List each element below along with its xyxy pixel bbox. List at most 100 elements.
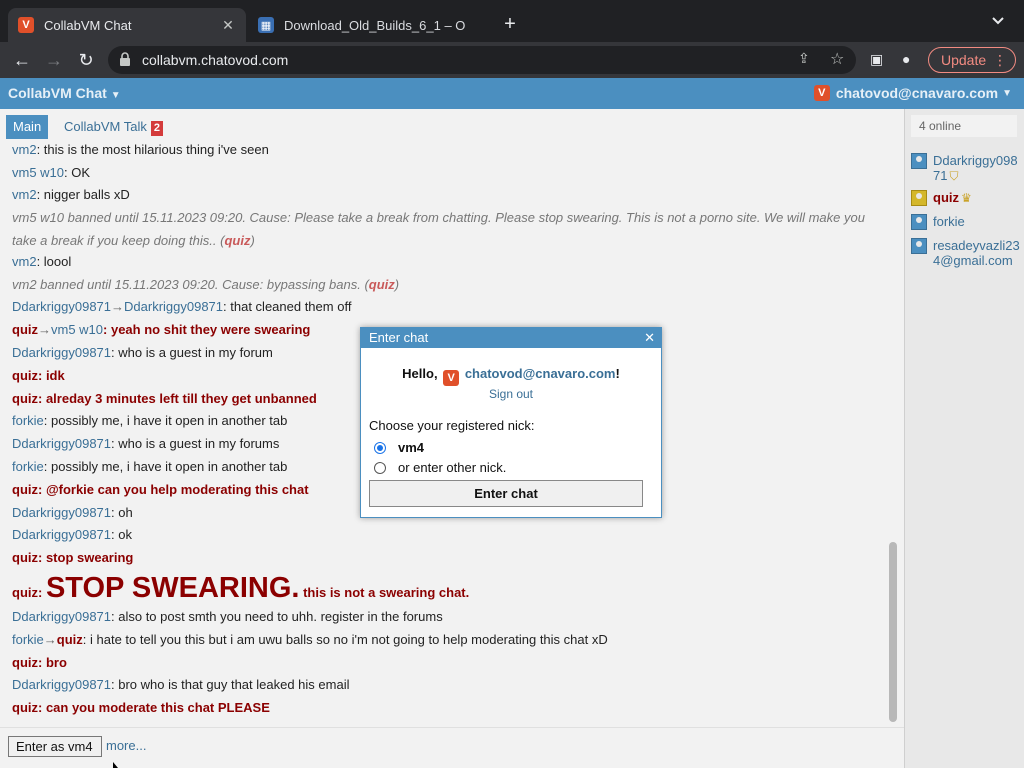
nick-link[interactable]: forkie [12,459,44,474]
nick-link[interactable]: quiz [12,322,38,337]
nick-link[interactable]: Ddarkriggy09871 [124,299,223,314]
tab-collabvm-talk[interactable]: CollabVM Talk 2 [64,115,163,139]
chevron-down-icon[interactable] [992,14,1004,28]
option-label: vm4 [398,440,425,455]
user-name: resadeyvazli234@gmail.com [933,238,1020,268]
nick-link[interactable]: vm2 [12,143,37,157]
document-icon: ▦ [258,17,274,33]
nick-link[interactable]: quiz [12,368,38,383]
reload-icon[interactable]: ↻ [74,48,98,72]
message-text: this is not a swearing chat. [299,585,470,600]
choose-label: Choose your registered nick: [369,418,535,433]
profile-icon[interactable]: ● [902,51,910,67]
enter-chat-dialog: Enter chat ✕ Hello, V chatovod@cnavaro.c… [360,327,662,518]
user-list-item[interactable]: resadeyvazli234@gmail.com [911,238,1021,268]
message-text: vm2 banned until 15.11.2023 09:20. Cause… [12,277,369,292]
user-icon [911,153,927,169]
app-title-menu[interactable]: CollabVM Chat ▼ [8,85,121,101]
message-text: : oh [111,505,133,520]
v-logo-icon: V [813,85,830,101]
nick-link[interactable]: Ddarkriggy09871 [12,436,111,451]
user-name-text: Ddarkriggy09871 [933,153,1018,183]
nick-link[interactable]: Ddarkriggy09871 [12,527,111,542]
scrollbar-thumb[interactable] [889,542,897,722]
nick-link[interactable]: Ddarkriggy09871 [12,609,111,624]
arrow-icon: → [111,299,125,314]
user-list-item[interactable]: forkie [911,214,1021,230]
caret-down-icon: ▼ [1002,87,1012,99]
nick-link[interactable]: Ddarkriggy09871 [12,677,111,692]
message-item: vm2: this is the most hilarious thing i'… [12,143,872,162]
side-panel-icon[interactable]: ▣ [870,51,883,68]
user-email-link[interactable]: chatovod@cnavaro.com [465,366,616,381]
message-item: Ddarkriggy09871: also to post smth you n… [12,606,872,629]
message-big-text: STOP SWEARING. [45,572,300,604]
user-icon [911,238,927,254]
nick-link[interactable]: quiz [12,482,38,497]
greeting-text: Hello, [402,366,438,381]
tab-title: Download_Old_Builds_6_1 – O [284,17,466,33]
more-link[interactable]: more... [106,738,146,753]
tab-label: CollabVM Talk [64,119,147,134]
user-icon [911,214,927,230]
option-label: or enter other nick. [398,460,507,475]
nick-link[interactable]: quiz [12,700,38,715]
nick-option-other[interactable]: or enter other nick. [374,460,506,475]
nick-link[interactable]: quiz [12,655,38,670]
nick-link[interactable]: quiz [369,277,395,292]
nick-link[interactable]: vm2 [12,254,37,269]
message-item: forkie→quiz: i hate to tell you this but… [12,629,872,652]
nick-link[interactable]: quiz [12,550,38,565]
crown-badge-icon: ♛ [961,191,972,205]
nick-link[interactable]: quiz [224,233,250,248]
message-text: ) [250,232,255,248]
user-name-text: quiz [933,190,959,205]
user-list-sidebar: 4 online Ddarkriggy09871 ⛉ quiz ♛ forkie r… [904,109,1024,768]
nick-link[interactable]: quiz [12,585,38,600]
chat-tabs: Main CollabVM Talk 2 [0,109,904,143]
nick-link[interactable]: forkie [12,632,44,647]
nick-link[interactable]: Ddarkriggy09871 [12,505,111,520]
nick-link[interactable]: quiz [57,632,83,647]
message-text: : i hate to tell you this but i am uwu b… [82,632,608,647]
nick-link[interactable]: forkie [12,413,44,428]
browser-tab-download[interactable]: ▦ Download_Old_Builds_6_1 – O [248,8,484,42]
nick-link[interactable]: vm5 w10 [12,165,64,180]
sign-out-link[interactable]: Sign out [361,387,661,401]
tab-main[interactable]: Main [6,115,49,139]
more-vert-icon[interactable]: ⋮ [993,48,1007,72]
nick-link[interactable]: vm5 w10 [51,322,103,337]
message-text: : yeah no shit they were swearing [103,322,311,337]
message-item: Ddarkriggy09871→Ddarkriggy09871: that cl… [12,296,872,319]
enter-chat-button[interactable]: Enter chat [369,480,643,507]
enter-as-button[interactable]: Enter as vm4 [8,736,102,757]
system-message: vm5 w10 banned until 15.11.2023 09:20. C… [12,207,872,252]
user-menu[interactable]: V chatovod@cnavaro.com ▼ [813,85,1012,101]
app-header: CollabVM Chat ▼ V chatovod@cnavaro.com ▼ [0,78,1024,109]
user-list-item[interactable]: Ddarkriggy09871 ⛉ [911,153,1021,184]
message-item: vm2: loool [12,251,872,274]
nick-link[interactable]: quiz [12,391,38,406]
browser-tab-collabvm[interactable]: V CollabVM Chat ✕ [8,8,246,42]
message-text: : possibly me, i have it open in another… [43,413,288,428]
close-icon[interactable]: ✕ [644,328,655,348]
back-arrow-icon[interactable]: ← [10,48,34,72]
radio-unselected[interactable] [374,461,386,474]
nick-link[interactable]: Ddarkriggy09871 [12,299,111,314]
message-item: quiz: STOP SWEARING. this is not a swear… [12,570,872,611]
close-icon[interactable]: ✕ [220,17,236,34]
star-icon[interactable]: ☆ [830,49,844,69]
update-button[interactable]: Update ⋮ [928,47,1016,73]
message-text: : possibly me, i have it open in another… [43,459,288,474]
nick-link[interactable]: Ddarkriggy09871 [12,345,111,360]
nick-option-vm4[interactable]: vm4 [374,440,424,455]
nick-link[interactable]: vm2 [12,187,37,202]
message-item: vm2: nigger balls xD [12,184,872,207]
user-list-item[interactable]: quiz ♛ [911,190,1021,206]
address-bar[interactable]: collabvm.chatovod.com ⇪ ☆ [108,46,856,74]
radio-selected[interactable] [374,441,386,454]
share-icon[interactable]: ⇪ [798,50,810,67]
v-logo-icon: V [443,370,460,386]
new-tab-icon[interactable]: + [498,12,522,36]
forward-arrow-icon[interactable]: → [42,48,66,72]
